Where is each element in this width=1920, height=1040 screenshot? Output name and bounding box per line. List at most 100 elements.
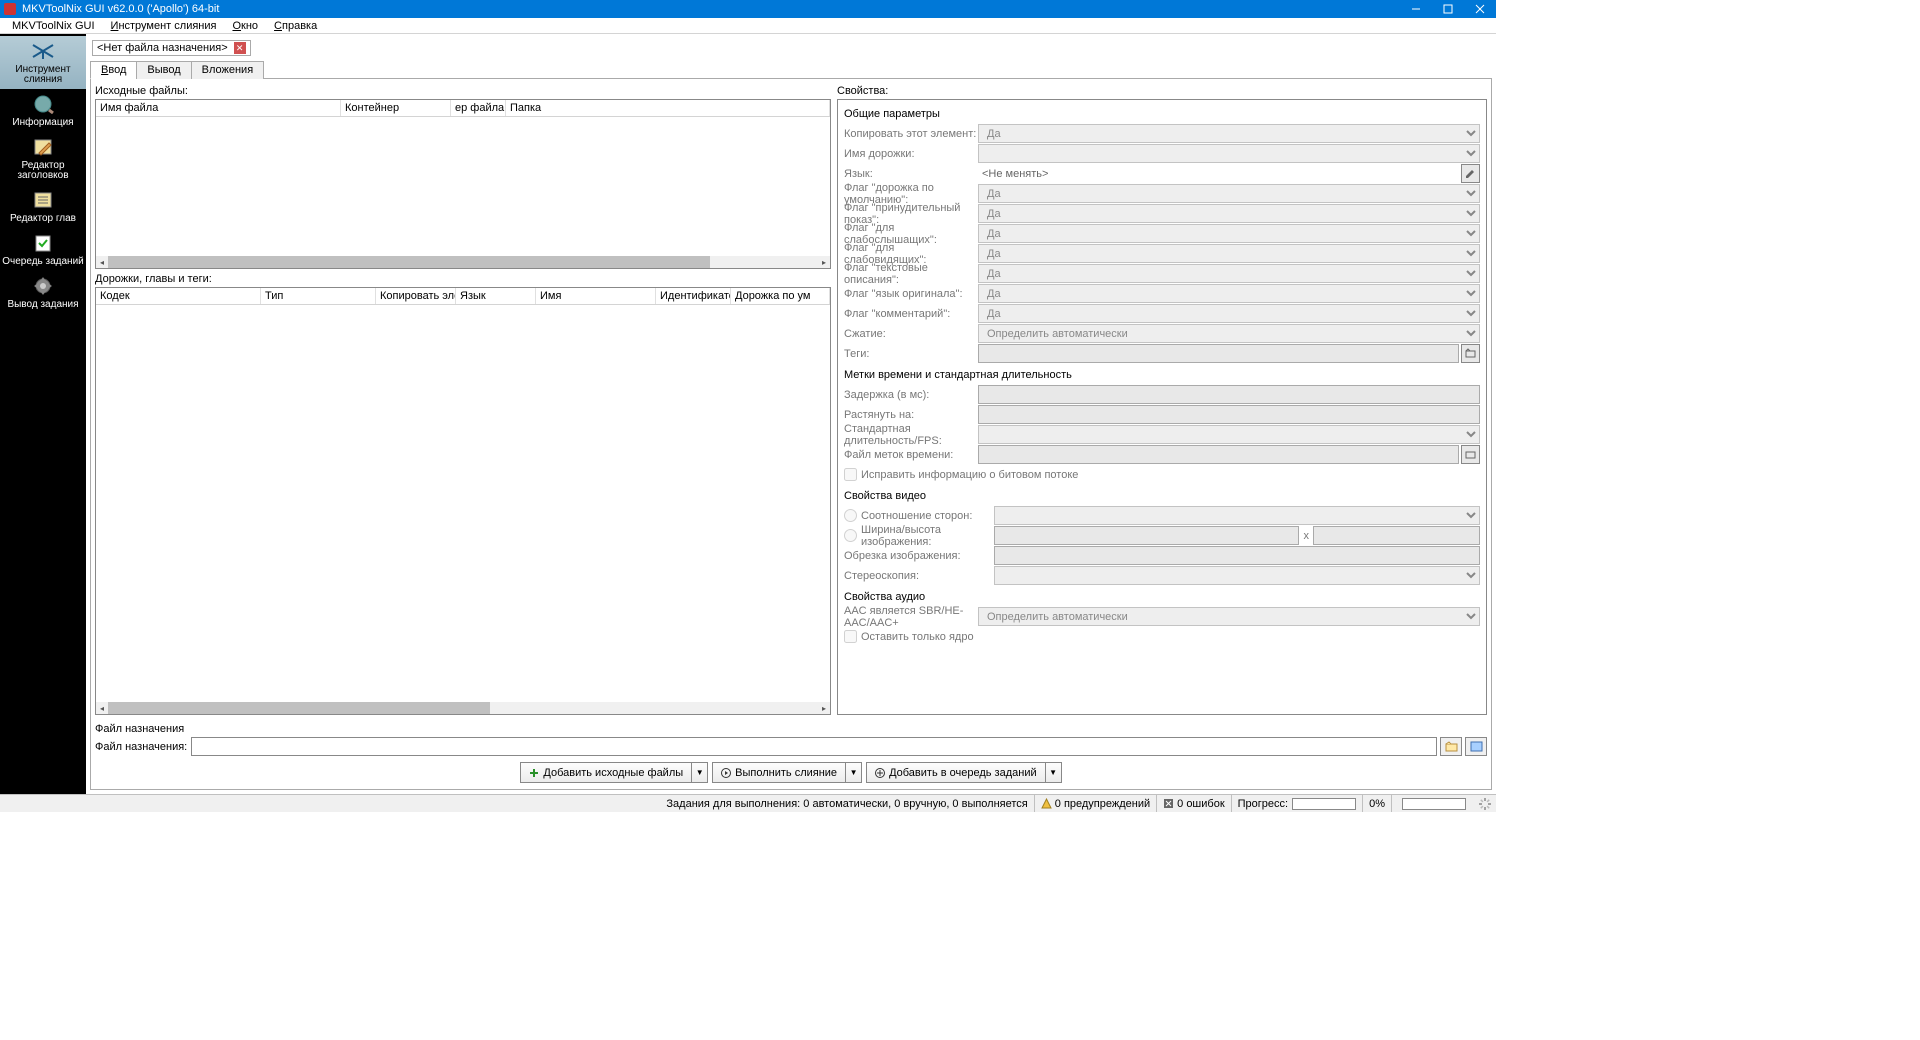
tab-attachments[interactable]: Вложения [191, 61, 265, 79]
source-files-label: Исходные файлы: [95, 85, 831, 97]
label-language: Язык: [844, 168, 978, 180]
select-stereo[interactable] [994, 566, 1480, 585]
tracks-list[interactable]: Кодек Тип Копировать элем Язык Имя Идент… [95, 287, 831, 715]
input-height[interactable] [1313, 526, 1480, 545]
label-copy-item: Копировать этот элемент: [844, 128, 978, 140]
recent-dest-button[interactable] [1465, 737, 1487, 756]
menu-window[interactable]: Окно [224, 20, 266, 32]
tab-input[interactable]: Ввод [90, 61, 137, 79]
col-name[interactable]: Имя [536, 288, 656, 304]
start-mux-button[interactable]: Выполнить слияние [712, 762, 846, 783]
browse-dest-button[interactable] [1440, 737, 1462, 756]
sidebar-item-info[interactable]: Информация [0, 89, 86, 132]
checkbox-core-only[interactable] [844, 630, 857, 643]
add-to-queue-button[interactable]: Добавить в очередь заданий [866, 762, 1046, 783]
minimize-button[interactable] [1400, 0, 1432, 18]
scroll-right-arrow[interactable]: ▸ [818, 256, 830, 268]
titlebar: MKVToolNix GUI v62.0.0 ('Apollo') 64-bit [0, 0, 1496, 18]
col-id[interactable]: Идентификатор [656, 288, 731, 304]
properties-panel: Общие параметры Копировать этот элемент:… [837, 99, 1487, 715]
col-folder[interactable]: Папка [506, 100, 830, 116]
source-files-list[interactable]: Имя файла Контейнер ер файла Папка ◂ ▸ [95, 99, 831, 269]
col-default[interactable]: Дорожка по ум [731, 288, 830, 304]
browse-tags-button[interactable] [1461, 344, 1480, 363]
queue-label: Добавить в очередь заданий [889, 767, 1037, 779]
label-aspect: Соотношение сторон: [861, 510, 972, 522]
menu-merge[interactable]: Инструмент слияния [103, 20, 225, 32]
select-flag-visual[interactable]: Да [978, 244, 1480, 263]
sidebar-item-job-output[interactable]: Вывод задания [0, 271, 86, 314]
col-filename[interactable]: Имя файла [96, 100, 341, 116]
col-codec[interactable]: Кодек [96, 288, 261, 304]
progress-bar-total [1402, 798, 1466, 810]
checkbox-fix-bitstream[interactable] [844, 468, 857, 481]
select-flag-forced[interactable]: Да [978, 204, 1480, 223]
sidebar-item-job-queue[interactable]: Очередь заданий [0, 228, 86, 271]
file-tab[interactable]: <Нет файла назначения> ✕ [92, 40, 251, 56]
col-filesize[interactable]: ер файла [451, 100, 506, 116]
close-file-tab-button[interactable]: ✕ [234, 42, 246, 54]
merge-icon [29, 40, 57, 62]
select-flag-default[interactable]: Да [978, 184, 1480, 203]
sidebar-item-chapter-editor[interactable]: Редактор глав [0, 185, 86, 228]
plus-icon [529, 768, 539, 778]
scroll-thumb[interactable] [108, 702, 490, 714]
select-fps[interactable] [978, 425, 1480, 444]
add-source-dropdown[interactable]: ▼ [692, 762, 708, 783]
status-errors[interactable]: 0 ошибок [1156, 795, 1231, 812]
col-container[interactable]: Контейнер [341, 100, 451, 116]
select-compress[interactable]: Определить автоматически [978, 324, 1480, 343]
menu-gui[interactable]: MKVToolNix GUI [4, 20, 103, 32]
select-aac[interactable]: Определить автоматически [978, 607, 1480, 626]
col-lang[interactable]: Язык [456, 288, 536, 304]
add-source-files-button[interactable]: Добавить исходные файлы [520, 762, 692, 783]
horizontal-scrollbar[interactable]: ◂ ▸ [96, 702, 830, 714]
input-width[interactable] [994, 526, 1299, 545]
col-copy[interactable]: Копировать элем [376, 288, 456, 304]
edit-language-button[interactable] [1461, 164, 1480, 183]
input-tsfile[interactable] [978, 445, 1459, 464]
maximize-button[interactable] [1432, 0, 1464, 18]
inner-tabs: Ввод Вывод Вложения [90, 60, 1492, 79]
dest-file-input[interactable] [191, 737, 1437, 756]
label-wh: Ширина/высота изображения: [861, 524, 994, 548]
scroll-left-arrow[interactable]: ◂ [96, 256, 108, 268]
header-editor-icon [29, 136, 57, 158]
sidebar-item-header-editor[interactable]: Редактор заголовков [0, 132, 86, 185]
scroll-left-arrow[interactable]: ◂ [96, 702, 108, 714]
radio-wh[interactable] [844, 529, 857, 542]
status-warnings[interactable]: 0 предупреждений [1034, 795, 1156, 812]
spinner-icon [1478, 797, 1492, 811]
select-aspect[interactable] [994, 506, 1480, 525]
radio-aspect[interactable] [844, 509, 857, 522]
select-flag-hearing[interactable]: Да [978, 224, 1480, 243]
group-audio: Свойства аудио [844, 591, 1480, 603]
select-flag-comment[interactable]: Да [978, 304, 1480, 323]
scroll-thumb[interactable] [108, 256, 710, 268]
queue-dropdown[interactable]: ▼ [1046, 762, 1062, 783]
label-track-name: Имя дорожки: [844, 148, 978, 160]
select-copy-item[interactable]: Да [978, 124, 1480, 143]
tab-output[interactable]: Вывод [136, 61, 191, 79]
input-tags[interactable] [978, 344, 1459, 363]
select-flag-textdesc[interactable]: Да [978, 264, 1480, 283]
label-flag-textdesc: Флаг "текстовые описания": [844, 262, 978, 286]
queue-icon [29, 232, 57, 254]
group-general: Общие параметры [844, 108, 1480, 120]
sidebar-item-label: Редактор заголовков [0, 161, 86, 181]
status-jobs[interactable]: Задания для выполнения: 0 автоматически,… [660, 795, 1033, 812]
horizontal-scrollbar[interactable]: ◂ ▸ [96, 256, 830, 268]
mux-dropdown[interactable]: ▼ [846, 762, 862, 783]
select-track-name[interactable] [978, 144, 1480, 163]
file-tab-label: <Нет файла назначения> [97, 42, 228, 54]
input-stretch[interactable] [978, 405, 1480, 424]
scroll-right-arrow[interactable]: ▸ [818, 702, 830, 714]
input-crop[interactable] [994, 546, 1480, 565]
col-type[interactable]: Тип [261, 288, 376, 304]
menu-help[interactable]: Справка [266, 20, 325, 32]
browse-tsfile-button[interactable] [1461, 445, 1480, 464]
select-flag-origlang[interactable]: Да [978, 284, 1480, 303]
close-button[interactable] [1464, 0, 1496, 18]
input-delay[interactable] [978, 385, 1480, 404]
sidebar-item-merge[interactable]: Инструмент слияния [0, 36, 86, 89]
